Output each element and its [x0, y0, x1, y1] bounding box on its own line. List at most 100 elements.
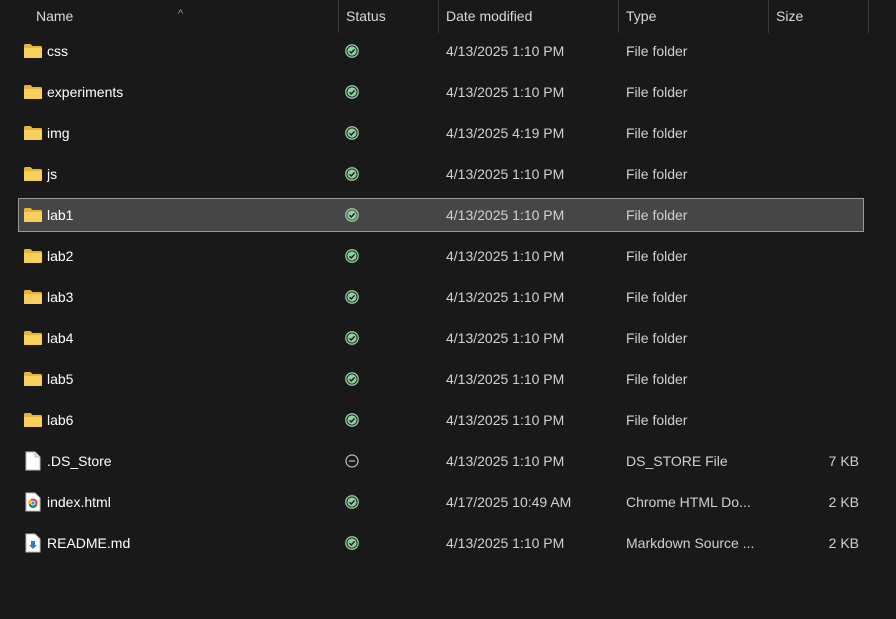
column-header-name-label: Name [36, 8, 74, 24]
file-row-lab6[interactable]: lab6 4/13/2025 1:10 PM File folder [18, 403, 864, 437]
file-date-modified: 4/13/2025 1:10 PM [446, 43, 565, 59]
available-icon [345, 495, 359, 509]
available-icon [345, 44, 359, 58]
file-date-modified: 4/13/2025 1:10 PM [446, 248, 565, 264]
folder-icon [23, 84, 43, 102]
file-row-js[interactable]: js 4/13/2025 1:10 PM File folder [18, 157, 864, 191]
file-row-lab3[interactable]: lab3 4/13/2025 1:10 PM File folder [18, 280, 864, 314]
available-icon [345, 249, 359, 263]
markdown-file-icon [25, 533, 45, 553]
file-size [776, 322, 859, 354]
column-header-name[interactable]: Name ^ [0, 0, 339, 33]
file-date-modified: 4/13/2025 1:10 PM [446, 412, 565, 428]
file-size [776, 404, 859, 436]
file-date-modified: 4/13/2025 1:10 PM [446, 453, 565, 469]
file-size [776, 199, 859, 231]
folder-icon [23, 289, 43, 307]
available-icon [345, 208, 359, 222]
file-type: File folder [626, 330, 688, 346]
file-row-index-html[interactable]: index.html 4/17/2025 10:49 AM Chrome HTML … [18, 485, 864, 519]
folder-icon [23, 125, 43, 143]
file-type: File folder [626, 248, 688, 264]
column-header-bar: Name ^ Status Date modified Type Size [0, 0, 896, 34]
file-type: File folder [626, 84, 688, 100]
file-size [776, 117, 859, 149]
file-row-lab4[interactable]: lab4 4/13/2025 1:10 PM File folder [18, 321, 864, 355]
file-size [776, 158, 859, 190]
file-date-modified: 4/13/2025 1:10 PM [446, 207, 565, 223]
available-icon [345, 126, 359, 140]
sort-ascending-icon: ^ [178, 8, 184, 20]
file-size [776, 240, 859, 272]
file-row-lab5[interactable]: lab5 4/13/2025 1:10 PM File folder [18, 362, 864, 396]
file-name: experiments [47, 84, 124, 100]
file-row-css[interactable]: css 4/13/2025 1:10 PM File folder [18, 34, 864, 68]
file-name: lab5 [47, 371, 74, 387]
available-icon [345, 536, 359, 550]
file-row-readme-md[interactable]: README.md 4/13/2025 1:10 PM Markdown Sourc… [18, 526, 864, 560]
file-name: lab3 [47, 289, 74, 305]
folder-icon [23, 166, 43, 184]
file-date-modified: 4/13/2025 1:10 PM [446, 289, 565, 305]
file-date-modified: 4/13/2025 1:10 PM [446, 535, 565, 551]
file-name: lab6 [47, 412, 74, 428]
file-type: Markdown Source ... [626, 535, 755, 551]
available-icon [345, 290, 359, 304]
file-name: css [47, 43, 68, 59]
file-date-modified: 4/13/2025 1:10 PM [446, 371, 565, 387]
column-header-type[interactable]: Type [619, 0, 769, 33]
folder-icon [23, 371, 43, 389]
file-row-lab1[interactable]: lab1 4/13/2025 1:10 PM File folder [18, 198, 864, 232]
file-icon [25, 451, 45, 471]
file-name: lab2 [47, 248, 74, 264]
file-name: README.md [47, 535, 131, 551]
file-row-experiments[interactable]: experiments 4/13/2025 1:10 PM File folder [18, 75, 864, 109]
chrome-html-icon [25, 492, 45, 512]
file-size: 2 KB [828, 535, 859, 551]
file-date-modified: 4/17/2025 10:49 AM [446, 494, 572, 510]
file-size [776, 76, 859, 108]
file-date-modified: 4/13/2025 1:10 PM [446, 166, 565, 182]
column-header-date-label: Date modified [446, 8, 533, 24]
file-name: js [47, 166, 58, 182]
folder-icon [23, 248, 43, 266]
column-header-size[interactable]: Size [769, 0, 869, 33]
file-date-modified: 4/13/2025 1:10 PM [446, 84, 565, 100]
column-header-date[interactable]: Date modified [439, 0, 619, 33]
folder-icon [23, 412, 43, 430]
file-name: lab4 [47, 330, 74, 346]
file-type: File folder [626, 125, 688, 141]
file-name: index.html [47, 494, 111, 510]
folder-icon [23, 207, 43, 225]
file-type: File folder [626, 207, 688, 223]
file-size: 2 KB [828, 494, 859, 510]
file-size: 7 KB [828, 453, 859, 469]
file-type: File folder [626, 166, 688, 182]
file-size [776, 281, 859, 313]
file-type: File folder [626, 412, 688, 428]
column-header-status[interactable]: Status [339, 0, 439, 33]
file-name: img [47, 125, 70, 141]
file-row-lab2[interactable]: lab2 4/13/2025 1:10 PM File folder [18, 239, 864, 273]
file-size [776, 35, 859, 67]
folder-icon [23, 43, 43, 61]
file-row-ds-store[interactable]: .DS_Store 4/13/2025 1:10 PM DS_STORE File 7… [18, 444, 864, 478]
file-type: Chrome HTML Do... [626, 494, 751, 510]
file-date-modified: 4/13/2025 4:19 PM [446, 125, 565, 141]
column-header-type-label: Type [626, 8, 657, 24]
file-row-img[interactable]: img 4/13/2025 4:19 PM File folder [18, 116, 864, 150]
file-type: DS_STORE File [626, 453, 728, 469]
available-icon [345, 372, 359, 386]
file-type: File folder [626, 289, 688, 305]
column-header-status-label: Status [346, 8, 386, 24]
excluded-icon [345, 454, 359, 468]
available-icon [345, 413, 359, 427]
file-date-modified: 4/13/2025 1:10 PM [446, 330, 565, 346]
file-name: lab1 [47, 207, 74, 223]
column-header-size-label: Size [776, 8, 804, 24]
available-icon [345, 85, 359, 99]
file-type: File folder [626, 371, 688, 387]
available-icon [345, 167, 359, 181]
file-name: .DS_Store [47, 453, 112, 469]
available-icon [345, 331, 359, 345]
